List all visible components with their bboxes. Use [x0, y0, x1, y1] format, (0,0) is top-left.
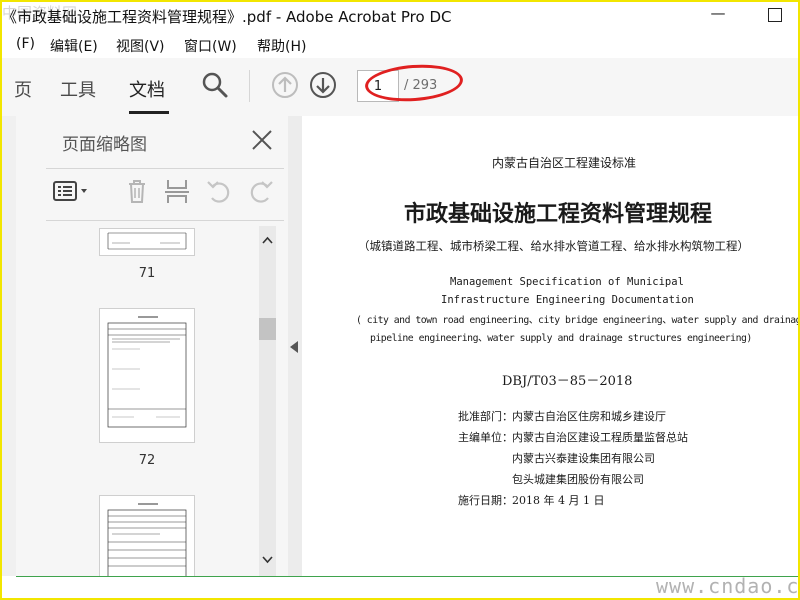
date-value: 2018 年 4 月 1 日	[512, 494, 605, 507]
doc-english-title-4: pipeline engineering、water supply and dr…	[370, 333, 752, 344]
panel-divider	[46, 220, 284, 221]
collapse-panel-icon[interactable]	[290, 341, 298, 353]
page-number-label: 71	[138, 266, 156, 281]
minimize-button[interactable]: —	[708, 4, 728, 22]
watermark-bottom: www.cndao.com	[656, 574, 800, 598]
doc-issuer: 内蒙古自治区工程建设标准	[492, 156, 637, 170]
menu-file[interactable]: (F)	[16, 36, 35, 52]
extract-pages-icon[interactable]	[162, 176, 192, 206]
document-page: 内蒙古自治区工程建设标准 市政基础设施工程资料管理规程 （城镇道路工程、城市桥梁…	[302, 116, 798, 576]
thumbnail-preview	[107, 503, 187, 581]
previous-page-icon[interactable]	[270, 70, 300, 100]
trash-icon[interactable]	[122, 176, 152, 206]
scroll-up-icon[interactable]	[259, 232, 276, 248]
toolbar-separator	[249, 70, 250, 102]
close-icon[interactable]	[248, 126, 276, 154]
watermark-top: 中国资料网	[2, 4, 78, 22]
rotate-right-icon[interactable]	[246, 176, 276, 206]
scrollbar-thumb[interactable]	[259, 318, 276, 340]
page-thumbnail-72[interactable]	[99, 308, 195, 443]
search-icon[interactable]	[200, 70, 230, 100]
next-page-icon[interactable]	[308, 70, 338, 100]
app-window: 《市政基础设施工程资料管理规程》.pdf - Adobe Acrobat Pro…	[0, 0, 800, 600]
tab-tools[interactable]: 工具	[60, 76, 96, 102]
tab-home[interactable]: 页	[14, 76, 32, 102]
doc-subtitle: （城镇道路工程、城市桥梁工程、给水排水管道工程、给水排水构筑物工程）	[358, 239, 749, 253]
doc-title: 市政基础设施工程资料管理规程	[404, 201, 713, 227]
menu-help[interactable]: 帮助(H)	[257, 36, 306, 56]
thumbnails-panel: 页面缩略图 71 72	[2, 116, 288, 581]
approval-value: 内蒙古自治区住房和城乡建设厅	[512, 410, 666, 423]
page-number-label: 72	[138, 453, 156, 468]
title-bar: 《市政基础设施工程资料管理规程》.pdf - Adobe Acrobat Pro…	[2, 2, 798, 32]
doc-standard-code: DBJ/T03－85－2018	[502, 374, 633, 389]
menu-edit[interactable]: 编辑(E)	[50, 36, 98, 56]
doc-english-title-1: Management Specification of Municipal	[450, 276, 684, 288]
editor-label: 主编单位：	[458, 431, 513, 444]
tab-document[interactable]: 文档	[129, 76, 165, 102]
menu-window[interactable]: 窗口(W)	[184, 36, 237, 56]
scroll-down-icon[interactable]	[259, 552, 276, 568]
menu-bar: (F) 编辑(E) 视图(V) 窗口(W) 帮助(H)	[2, 32, 798, 58]
doc-english-title-2: Infrastructure Engineering Documentation	[441, 294, 694, 306]
thumbnail-options-icon[interactable]	[52, 176, 92, 206]
thumbnail-scrollbar[interactable]	[259, 226, 276, 576]
panel-title: 页面缩略图	[62, 135, 147, 155]
rotate-left-icon[interactable]	[204, 176, 234, 206]
approval-label: 批准部门：	[458, 410, 513, 423]
date-label: 施行日期：	[458, 494, 513, 507]
thumbnail-preview	[107, 316, 187, 428]
active-tab-indicator	[129, 111, 169, 114]
editor-value-1: 内蒙古自治区建设工程质量监督总站	[512, 431, 688, 444]
panel-divider	[46, 168, 284, 169]
editor-value-3: 包头城建集团股份有限公司	[512, 473, 644, 486]
maximize-button[interactable]	[768, 8, 782, 22]
editor-value-2: 内蒙古兴泰建设集团有限公司	[512, 452, 655, 465]
page-thumbnail-73[interactable]	[99, 495, 195, 581]
menu-view[interactable]: 视图(V)	[116, 36, 165, 56]
thumbnail-preview	[107, 232, 187, 250]
doc-english-title-3: ( city and town road engineering、city br…	[356, 315, 800, 326]
page-thumbnail-71[interactable]	[99, 228, 195, 256]
